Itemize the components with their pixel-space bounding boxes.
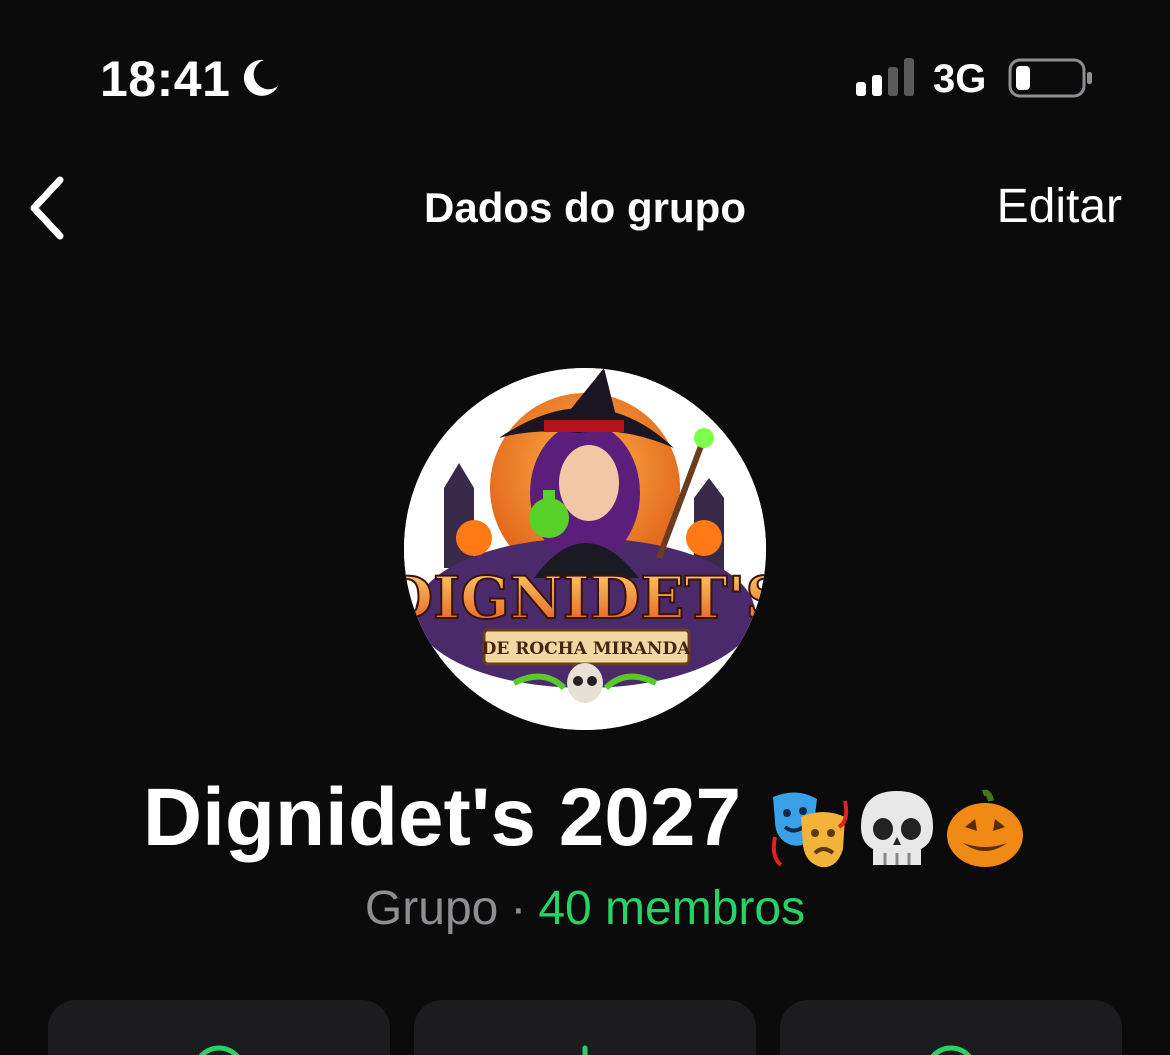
group-avatar[interactable]: DIGNIDET'S DE ROCHA MIRANDA — [404, 368, 766, 730]
group-logo-image: DIGNIDET'S DE ROCHA MIRANDA — [404, 368, 766, 730]
nav-title: Dados do grupo — [424, 184, 746, 231]
group-name: Dignidet's 2027 — [0, 770, 1170, 871]
action-card-3[interactable] — [780, 1000, 1122, 1055]
edit-button[interactable]: Editar — [997, 178, 1122, 236]
action-card-2[interactable] — [414, 1000, 756, 1055]
status-time: 18:41 — [100, 51, 231, 107]
moon-icon — [243, 59, 278, 96]
performing-arts-emoji — [772, 792, 849, 867]
signal-icon — [856, 58, 914, 96]
group-type: Grupo — [364, 882, 499, 935]
action-icon — [198, 1045, 240, 1055]
network-label: 3G — [933, 57, 987, 101]
group-name-emojis — [761, 775, 1027, 871]
group-name-text: Dignidet's 2027 — [142, 772, 742, 863]
battery-icon — [1008, 58, 1092, 98]
members-count-link[interactable]: 40 membros — [538, 882, 805, 935]
logo-title: DIGNIDET'S — [404, 564, 766, 632]
action-icon — [582, 1045, 588, 1055]
action-icon — [930, 1045, 972, 1055]
skull-emoji — [861, 790, 934, 865]
action-card-1[interactable] — [48, 1000, 390, 1055]
jack-o-lantern-emoji — [947, 789, 1024, 867]
group-meta: Grupo · 40 membros — [0, 880, 1170, 938]
meta-separator: · — [510, 882, 527, 935]
logo-subtitle: DE ROCHA MIRANDA — [482, 639, 692, 659]
group-info-screen: 18:41 3G Dados do grupo Editar DIGNIDET'… — [0, 0, 1170, 1055]
